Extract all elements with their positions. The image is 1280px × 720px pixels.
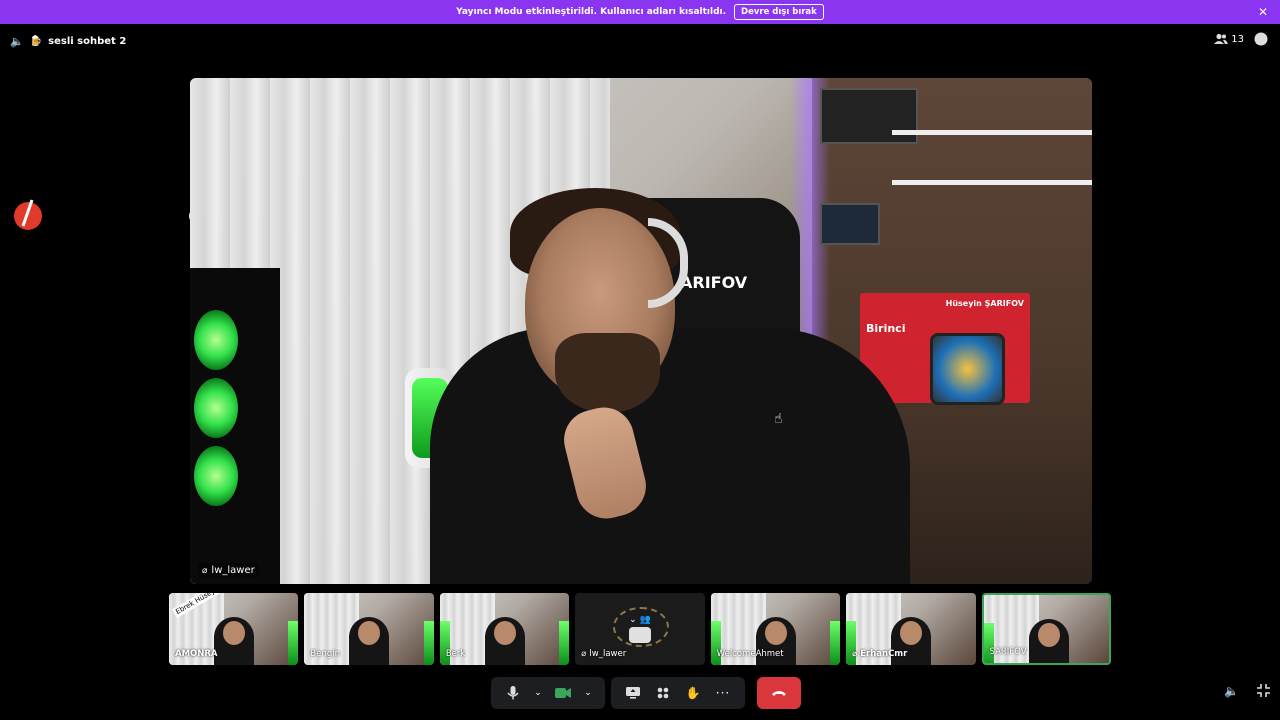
channel-emoji-icon: 🍺 [29,35,43,47]
pc-case [190,268,280,584]
tile-name: WelcomeAhmet [716,649,784,659]
tile-name-row: ⌀ lw_lawer [581,649,626,659]
poster-title: Hüseyin ŞARIFOV [945,299,1024,308]
tile-name: AMONRA [175,649,218,659]
more-options-button[interactable]: ··· [713,683,733,703]
muted-mic-icon: ⌀ [202,565,208,576]
camera-button[interactable] [553,683,573,703]
pc-fan [194,310,238,370]
people-icon [1214,33,1229,44]
microphone-options-button[interactable]: ⌄ [533,683,543,703]
participant-tile[interactable]: ⌀ ErhanCmr [846,593,976,665]
participant-tile[interactable]: Ebrek Hüseyin AMONRA [169,593,299,665]
award-plaque [930,333,1005,405]
tile-light [983,623,994,663]
main-participant-name: lw_lawer [211,565,255,576]
tile-light [423,621,434,665]
share-screen-button[interactable] [623,683,643,703]
tile-face [223,621,245,645]
screen-share-icon [626,687,640,699]
camera-options-button[interactable]: ⌄ [583,683,593,703]
tile-face [1037,623,1060,647]
tile-light [559,621,570,665]
muted-mic-icon: ⌀ [852,649,858,659]
members-button[interactable]: 13 [1214,33,1244,45]
participant-tile[interactable]: Berk [439,593,570,665]
tile-name-row: ⌀ ErhanCmr [852,649,907,659]
more-icon: ··· [715,686,731,700]
chair-text: ARIFOV [680,273,748,292]
tile-light [288,621,299,665]
bottom-right-controls: 🔈 [1224,684,1270,698]
activities-button[interactable] [653,683,673,703]
microphone-button[interactable] [503,683,523,703]
video-camera-icon [555,688,571,698]
gpu-box [820,88,918,144]
chat-icon[interactable] [1254,32,1268,46]
chevron-down-icon: ⌄ [534,688,542,698]
disable-streamer-mode-button[interactable]: Devre dışı bırak [734,4,824,20]
banner-message: Yayıncı Modu etkinleştirildi. Kullanıcı … [456,7,727,17]
participant-tile[interactable]: Bengin [304,593,434,665]
pc-fan [194,446,238,506]
overlay-logo-icon [14,199,42,230]
chevron-down-icon: ⌄ [584,688,592,698]
call-header: 🔈 🍺 sesli sohbet 2 13 [0,24,1280,58]
tile-light [830,621,841,665]
gpu-box-2 [820,203,880,245]
tile-face [764,621,787,645]
soundboard-icon: ✋ [685,686,701,700]
exit-fullscreen-icon[interactable] [1257,684,1270,697]
wall-shelf [892,180,1092,185]
audio-video-controls: ⌄ ⌄ [491,677,605,709]
tile-name: SARIFOV [989,647,1027,657]
tile-name: Bengin [310,649,341,659]
tile-name: lw_lawer [589,649,627,659]
muted-mic-icon: ⌀ [581,649,587,659]
tile-name: ErhanCmr [860,649,908,659]
streamer-body [430,328,910,584]
wall-shelf [892,130,1092,135]
channel-title: 🔈 🍺 sesli sohbet 2 [10,35,126,48]
hand-cursor-icon: ☝ [774,411,783,427]
close-icon[interactable]: ✕ [1258,5,1268,19]
expand-people-icon[interactable]: ⌄ 👥 [629,615,651,625]
channel-name: sesli sohbet 2 [48,35,127,47]
streamer-beard [555,333,660,413]
member-count: 13 [1231,33,1244,45]
speaker-icon: 🔈 [10,34,24,48]
microphone-icon [507,686,519,700]
tile-name: Berk [445,649,466,659]
main-participant-label: ⌀ lw_lawer [198,563,259,578]
participant-tile[interactable]: ⌄ 👥 ⌀ lw_lawer [575,593,705,665]
call-controls: ⌄ ⌄ ✋ ··· [491,677,801,709]
streamer-mode-banner: Yayıncı Modu etkinleştirildi. Kullanıcı … [0,0,1280,24]
hang-up-icon [772,691,786,696]
participant-tile[interactable]: WelcomeAhmet [710,593,841,665]
soundboard-button[interactable]: ✋ [683,683,703,703]
tile-face [900,621,923,645]
pc-fan [194,378,238,438]
disconnect-button[interactable] [757,677,801,709]
participant-tile-active[interactable]: SARIFOV [981,593,1111,665]
tile-face [493,621,516,645]
participant-tiles: Ebrek Hüseyin AMONRA Bengin Berk ⌄ 👥 ⌀ l… [169,593,1111,665]
main-video-stream[interactable]: Hüseyin ŞARIFOV Birinci ARIFOV ☝ ⌀ lw_la… [190,78,1092,584]
activity-controls: ✋ ··· [611,677,745,709]
volume-icon[interactable]: 🔈 [1224,684,1239,698]
camera-icon [628,627,651,643]
activities-icon [657,687,669,699]
